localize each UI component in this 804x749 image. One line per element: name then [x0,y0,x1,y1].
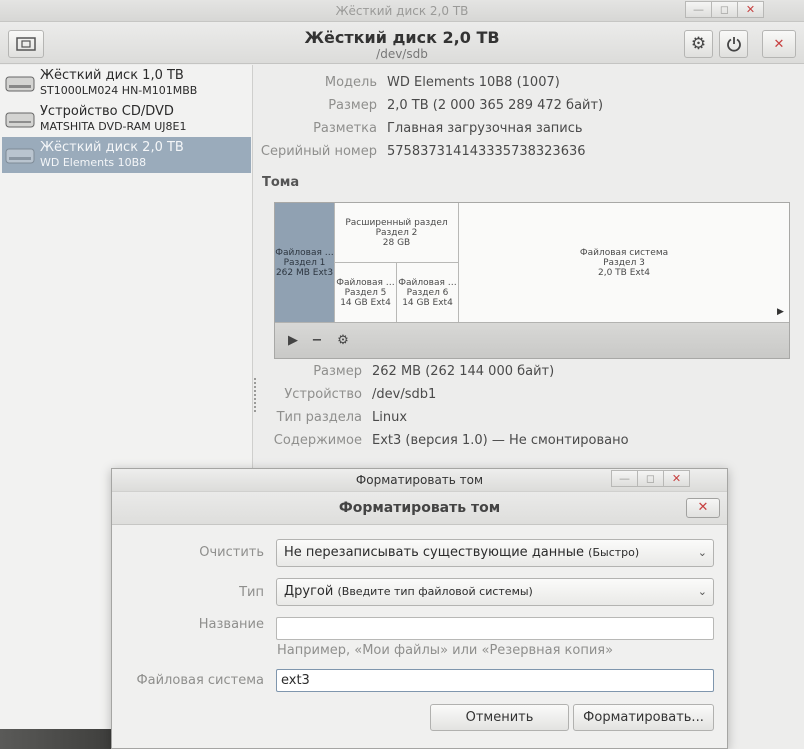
close-icon: ✕ [773,36,785,52]
close-icon[interactable]: ✕ [663,470,690,487]
model-value: WD Elements 10B8 (1007) [387,75,560,90]
volume-size-label: Размер [313,364,362,379]
partition-number: Раздел 2 [375,227,418,238]
format-button[interactable]: Форматировать... [573,704,714,731]
chevron-down-icon: ⌄ [697,585,707,598]
name-hint: Например, «Мои файлы» или «Резервная коп… [277,643,614,658]
device-label: Устройство [284,387,362,402]
contents-value: Ext3 (версия 1.0) — Не смонтировано [372,433,629,448]
scroll-right-icon[interactable]: ▶ [777,307,784,317]
close-icon: ✕ [697,500,709,515]
background-strip [0,729,111,749]
erase-selected-value: Не перезаписывать существующие данные [284,545,585,560]
optical-drive-icon [5,112,35,128]
partition-type: Файловая … [336,277,395,288]
volume-toolbar: ▶ − ⚙ [275,322,789,358]
erase-selected-note: (Быстро) [588,546,640,559]
main-titlebar: Жёсткий диск 2,0 TB — ◻ ✕ [0,0,804,22]
drive-model: WD Elements 10B8 [40,156,147,169]
model-label: Модель [324,75,377,90]
partition-number: Раздел 5 [344,287,387,298]
filesystem-input[interactable] [276,669,714,692]
maximize-icon[interactable]: ◻ [637,470,664,487]
erase-label: Очистить [199,545,264,560]
name-input[interactable] [276,617,714,640]
partition-size: 2,0 TB Ext4 [598,267,650,278]
filesystem-label: Файловая система [136,673,264,688]
partition-size: 28 GB [382,237,411,248]
type-selected-note: (Введите тип файловой системы) [337,585,533,598]
dialog-header: Форматировать том ✕ [112,491,727,525]
partition-3[interactable]: Файловая система Раздел 3 2,0 TB Ext4 [459,203,789,322]
partition-type: Файловая … [398,277,457,288]
name-label: Название [198,617,264,632]
maximize-icon[interactable]: ◻ [711,1,738,18]
partition-6[interactable]: Файловая … Раздел 6 14 GB Ext4 [397,263,459,322]
hard-disk-icon [5,148,35,164]
window-close-button[interactable]: ✕ [762,30,796,58]
drive-name: Жёсткий диск 1,0 TB [40,68,184,83]
drive-item-hdd-2tb[interactable]: Жёсткий диск 2,0 TB WD Elements 10B8 [2,137,251,173]
type-label: Тип [239,585,264,600]
gear-icon: ⚙ [690,34,707,54]
partition-5[interactable]: Файловая … Раздел 5 14 GB Ext4 [335,263,397,322]
partition-type-label: Тип раздела [276,410,362,425]
partition-type-value: Linux [372,410,408,425]
type-selected-value: Другой [284,584,334,599]
minimize-icon[interactable]: — [611,470,638,487]
partition-type: Файловая система [579,247,669,258]
partition-number: Раздел 3 [603,257,645,268]
partition-settings-gear-icon[interactable]: ⚙ [334,332,352,350]
erase-select[interactable]: Не перезаписывать существующие данные (Б… [276,539,714,567]
partition-2-extended[interactable]: Расширенный раздел Раздел 2 28 GB [335,203,459,263]
dialog-titlebar: Форматировать том — ◻ ✕ [112,469,727,491]
drive-name: Жёсткий диск 2,0 TB [40,140,184,155]
drive-model: ST1000LM024 HN-M101MBB [40,84,198,97]
dialog-window-controls: — ◻ ✕ [611,470,690,488]
dialog-title: Форматировать том [338,500,501,516]
device-value: /dev/sdb1 [372,387,437,402]
contents-label: Содержимое [273,433,362,448]
volume-size-value: 262 MB (262 144 000 байт) [372,364,555,379]
partition-size: 14 GB Ext4 [340,297,391,308]
power-icon [726,37,741,52]
drive-model: MATSHITA DVD-RAM UJ8E1 [40,120,187,133]
power-off-button[interactable] [719,30,748,58]
partition-size: 262 MB Ext3 [275,267,334,278]
partition-type: Расширенный раздел [345,217,448,228]
dialog-window-title: Форматировать том [355,473,484,487]
type-select[interactable]: Другой (Введите тип файловой системы) ⌄ [276,578,714,606]
dialog-close-button[interactable]: ✕ [686,498,720,518]
delete-partition-icon[interactable]: − [308,332,326,350]
format-volume-dialog: Форматировать том — ◻ ✕ Форматировать то… [111,468,728,749]
size-value: 2,0 TB (2 000 365 289 472 байт) [387,98,604,113]
partitioning-label: Разметка [313,121,377,136]
chevron-down-icon: ⌄ [697,546,707,559]
partition-size: 14 GB Ext4 [402,297,453,308]
partition-1[interactable]: Файловая … Раздел 1 262 MB Ext3 [275,203,335,322]
close-icon[interactable]: ✕ [737,1,764,18]
mount-play-icon[interactable]: ▶ [284,332,302,350]
minimize-icon[interactable]: — [685,1,712,18]
window-controls: — ◻ ✕ [685,1,764,19]
drive-name: Устройство CD/DVD [40,104,174,119]
drive-item-hdd-1tb[interactable]: Жёсткий диск 1,0 TB ST1000LM024 HN-M101M… [2,65,251,101]
volumes-heading: Тома [262,175,300,190]
partition-number: Раздел 6 [406,287,449,298]
serial-label: Серийный номер [260,144,377,159]
partitioning-value: Главная загрузочная запись [387,121,583,136]
main-header: Жёсткий диск 2,0 TB /dev/sdb ⚙ ✕ [0,22,804,64]
partition-number: Раздел 1 [283,257,326,268]
volume-map: Файловая … Раздел 1 262 MB Ext3 Расширен… [274,202,790,359]
cancel-button[interactable]: Отменить [430,704,569,731]
hard-disk-icon [5,76,35,92]
partition-type: Файловая … [275,247,334,258]
drive-settings-button[interactable]: ⚙ [684,30,713,58]
size-label: Размер [328,98,377,113]
drive-item-cd-dvd[interactable]: Устройство CD/DVD MATSHITA DVD-RAM UJ8E1 [2,101,251,137]
main-window-title: Жёсткий диск 2,0 TB [335,4,469,18]
serial-value: 575837314143335738323636 [387,144,586,159]
